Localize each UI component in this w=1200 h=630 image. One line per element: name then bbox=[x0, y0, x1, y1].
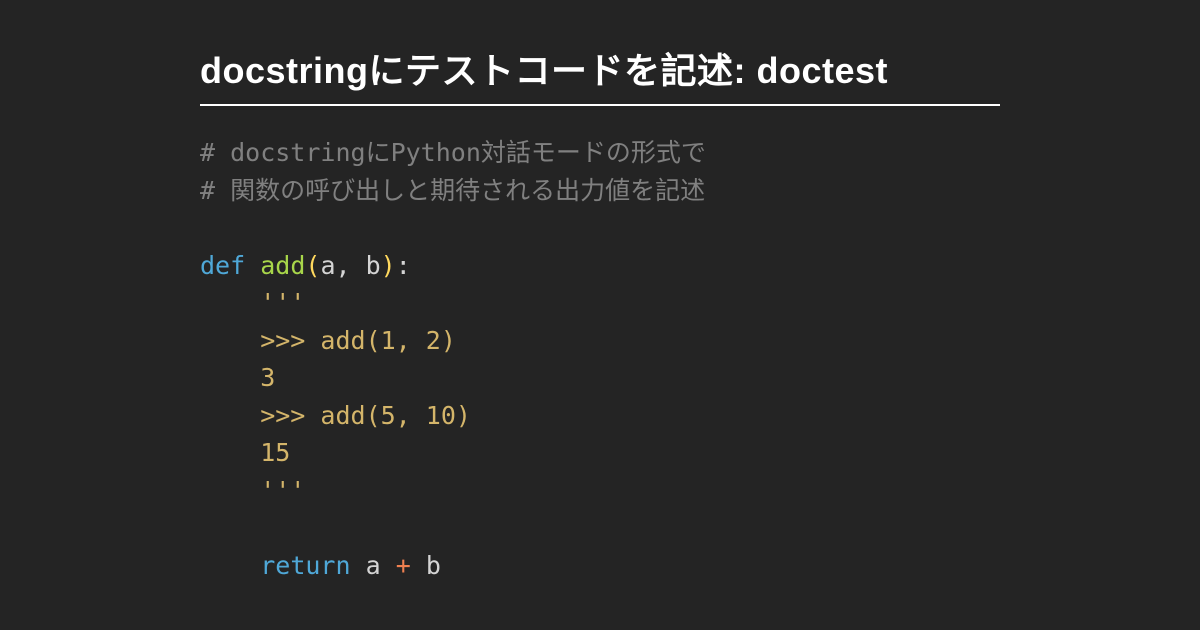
slide-container: docstringにテストコードを記述: doctest # docstring… bbox=[0, 0, 1200, 584]
keyword-return: return bbox=[260, 551, 350, 580]
docstring-line-2: 3 bbox=[200, 363, 275, 392]
close-paren: ) bbox=[381, 251, 396, 280]
docstring-open: ''' bbox=[200, 288, 305, 317]
page-title: docstringにテストコードを記述: doctest bbox=[200, 42, 1000, 106]
docstring-line-3: >>> add(5, 10) bbox=[200, 401, 471, 430]
params: a, b bbox=[320, 251, 380, 280]
code-comment-1: # docstringにPython対話モードの形式で bbox=[200, 138, 706, 167]
docstring-close: ''' bbox=[200, 476, 305, 505]
code-block: # docstringにPython対話モードの形式で # 関数の呼び出しと期待… bbox=[200, 134, 1000, 584]
code-comment-2: # 関数の呼び出しと期待される出力値を記述 bbox=[200, 176, 705, 205]
return-var-a: a bbox=[366, 551, 381, 580]
colon: : bbox=[396, 251, 411, 280]
operator-plus: + bbox=[396, 551, 411, 580]
docstring-line-1: >>> add(1, 2) bbox=[200, 326, 456, 355]
docstring-line-4: 15 bbox=[200, 438, 290, 467]
keyword-def: def bbox=[200, 251, 245, 280]
return-var-b: b bbox=[426, 551, 441, 580]
function-name: add bbox=[260, 251, 305, 280]
open-paren: ( bbox=[305, 251, 320, 280]
